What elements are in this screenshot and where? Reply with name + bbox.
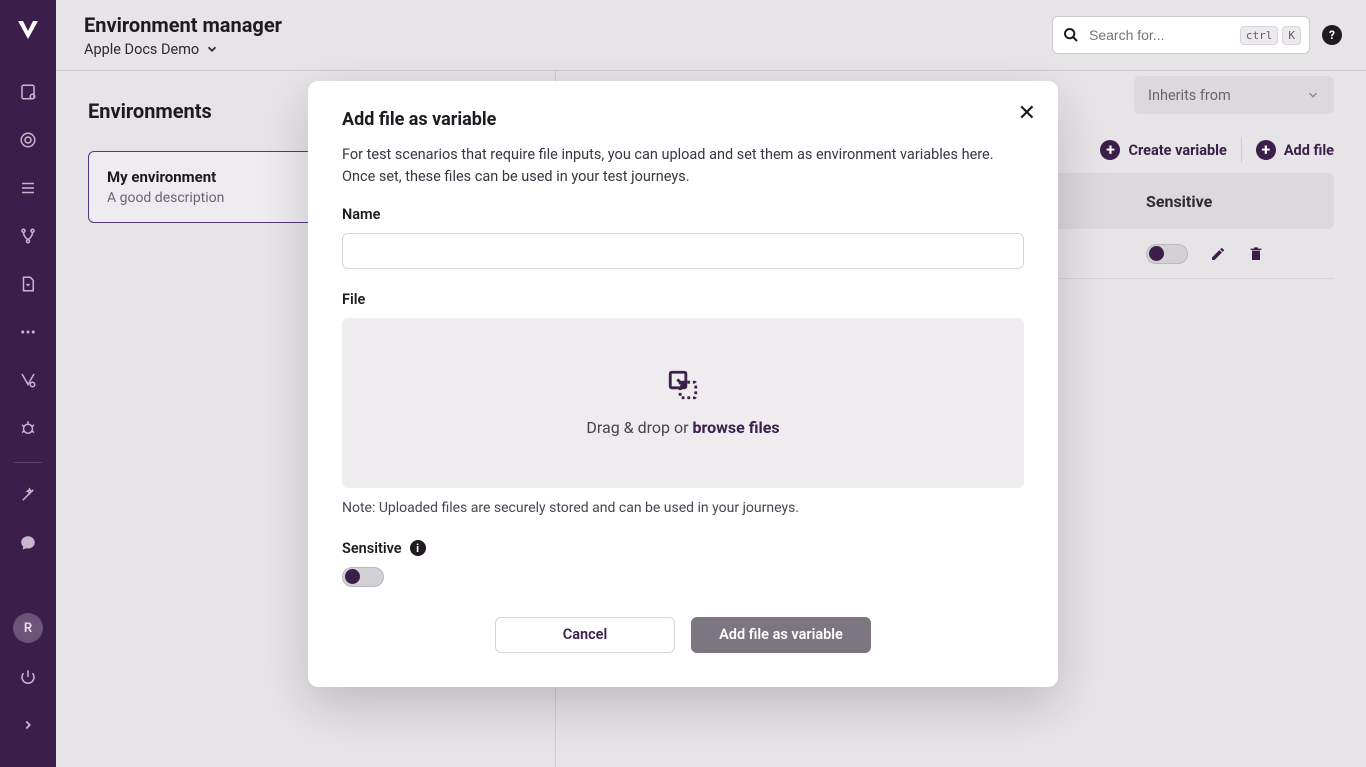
toolbar-divider bbox=[1241, 137, 1242, 163]
modal-sensitive-toggle[interactable] bbox=[342, 567, 384, 587]
chevron-down-icon bbox=[1306, 88, 1320, 102]
file-dropzone[interactable]: Drag & drop or browse files bbox=[342, 318, 1024, 488]
dropzone-text: Drag & drop or browse files bbox=[586, 418, 779, 437]
modal-description: For test scenarios that require file inp… bbox=[342, 144, 1024, 188]
nav-item-1[interactable] bbox=[8, 72, 48, 112]
chevron-down-icon bbox=[205, 42, 219, 56]
sensitive-label: Sensitive bbox=[342, 540, 402, 557]
cancel-button[interactable]: Cancel bbox=[495, 617, 675, 653]
search-icon bbox=[1063, 27, 1079, 43]
submit-button[interactable]: Add file as variable bbox=[691, 617, 871, 653]
logo bbox=[16, 18, 40, 42]
name-label: Name bbox=[342, 206, 1024, 223]
upload-note: Note: Uploaded files are securely stored… bbox=[342, 500, 1024, 516]
upload-icon bbox=[666, 368, 700, 402]
sidebar-nav: R bbox=[0, 0, 56, 767]
project-selector[interactable]: Apple Docs Demo bbox=[84, 41, 282, 58]
header: Environment manager Apple Docs Demo ctrl… bbox=[56, 0, 1366, 71]
add-file-modal: ✕ Add file as variable For test scenario… bbox=[308, 81, 1058, 687]
avatar[interactable]: R bbox=[13, 613, 43, 643]
nav-item-file[interactable] bbox=[8, 264, 48, 304]
nav-item-list[interactable] bbox=[8, 168, 48, 208]
file-label: File bbox=[342, 291, 1024, 308]
nav-item-wand[interactable] bbox=[8, 475, 48, 515]
close-icon[interactable]: ✕ bbox=[1018, 103, 1036, 125]
search-input-wrapper[interactable]: ctrl K bbox=[1052, 16, 1310, 54]
edit-icon[interactable] bbox=[1210, 246, 1226, 262]
inherits-from-select[interactable]: Inherits from bbox=[1134, 76, 1334, 114]
create-variable-label: Create variable bbox=[1128, 142, 1226, 159]
plus-circle-icon: + bbox=[1256, 140, 1276, 160]
nav-item-target[interactable] bbox=[8, 120, 48, 160]
nav-item-vgear[interactable] bbox=[8, 360, 48, 400]
nav-item-more[interactable] bbox=[8, 312, 48, 352]
sidebar-divider bbox=[14, 462, 42, 463]
nav-item-bug[interactable] bbox=[8, 408, 48, 448]
sensitive-toggle[interactable] bbox=[1146, 244, 1188, 264]
modal-title: Add file as variable bbox=[342, 109, 1024, 130]
plus-circle-icon: + bbox=[1100, 140, 1120, 160]
inherits-label: Inherits from bbox=[1148, 87, 1231, 104]
delete-icon[interactable] bbox=[1248, 246, 1264, 262]
nav-item-power[interactable] bbox=[8, 657, 48, 697]
browse-files-link[interactable]: browse files bbox=[692, 418, 779, 437]
kbd-k: K bbox=[1282, 26, 1301, 45]
page-title: Environment manager bbox=[84, 13, 282, 37]
nav-item-chat[interactable] bbox=[8, 523, 48, 563]
kbd-ctrl: ctrl bbox=[1240, 26, 1279, 45]
nav-item-branch[interactable] bbox=[8, 216, 48, 256]
info-icon[interactable]: i bbox=[410, 540, 426, 556]
name-input[interactable] bbox=[342, 233, 1024, 269]
create-variable-button[interactable]: + Create variable bbox=[1100, 132, 1226, 168]
project-name: Apple Docs Demo bbox=[84, 41, 199, 58]
column-sensitive: Sensitive bbox=[1146, 192, 1316, 211]
search-input[interactable] bbox=[1089, 27, 1229, 43]
nav-item-expand[interactable] bbox=[8, 705, 48, 745]
add-file-label: Add file bbox=[1284, 142, 1334, 159]
add-file-button[interactable]: + Add file bbox=[1256, 132, 1334, 168]
help-icon[interactable]: ? bbox=[1322, 25, 1342, 45]
